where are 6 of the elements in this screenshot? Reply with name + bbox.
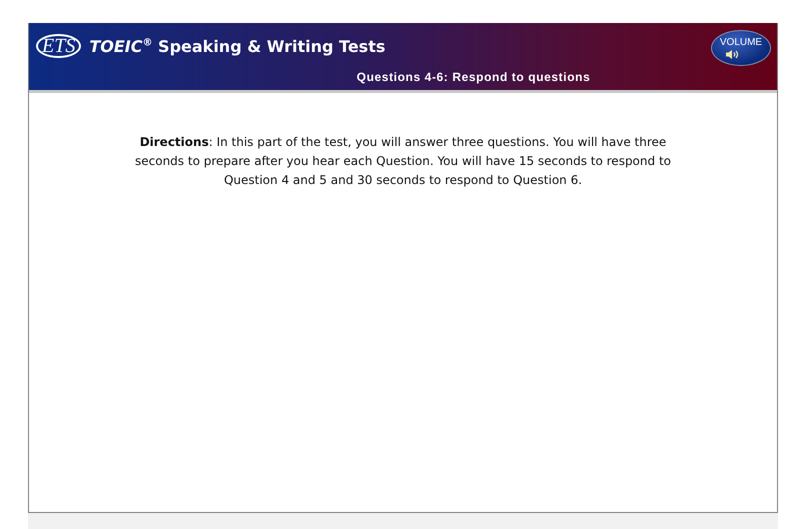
app-title: TOEIC$^{®}$ Speaking & Writing Tests: [89, 36, 386, 56]
section-title: Questions 4-6: Respond to questions: [356, 70, 592, 84]
ets-logo: ETS: [36, 34, 82, 58]
volume-button[interactable]: VOLUME: [711, 30, 771, 66]
directions-text: Directions: In this part of the test, you will answer three questions. You will have three seconds to prepare after you hear each Question. You will have 15 seconds to respond to Question 4 and 5 and 30 seconds to respond to Question 6.: [134, 134, 672, 189]
speaker-icon: [725, 48, 739, 60]
